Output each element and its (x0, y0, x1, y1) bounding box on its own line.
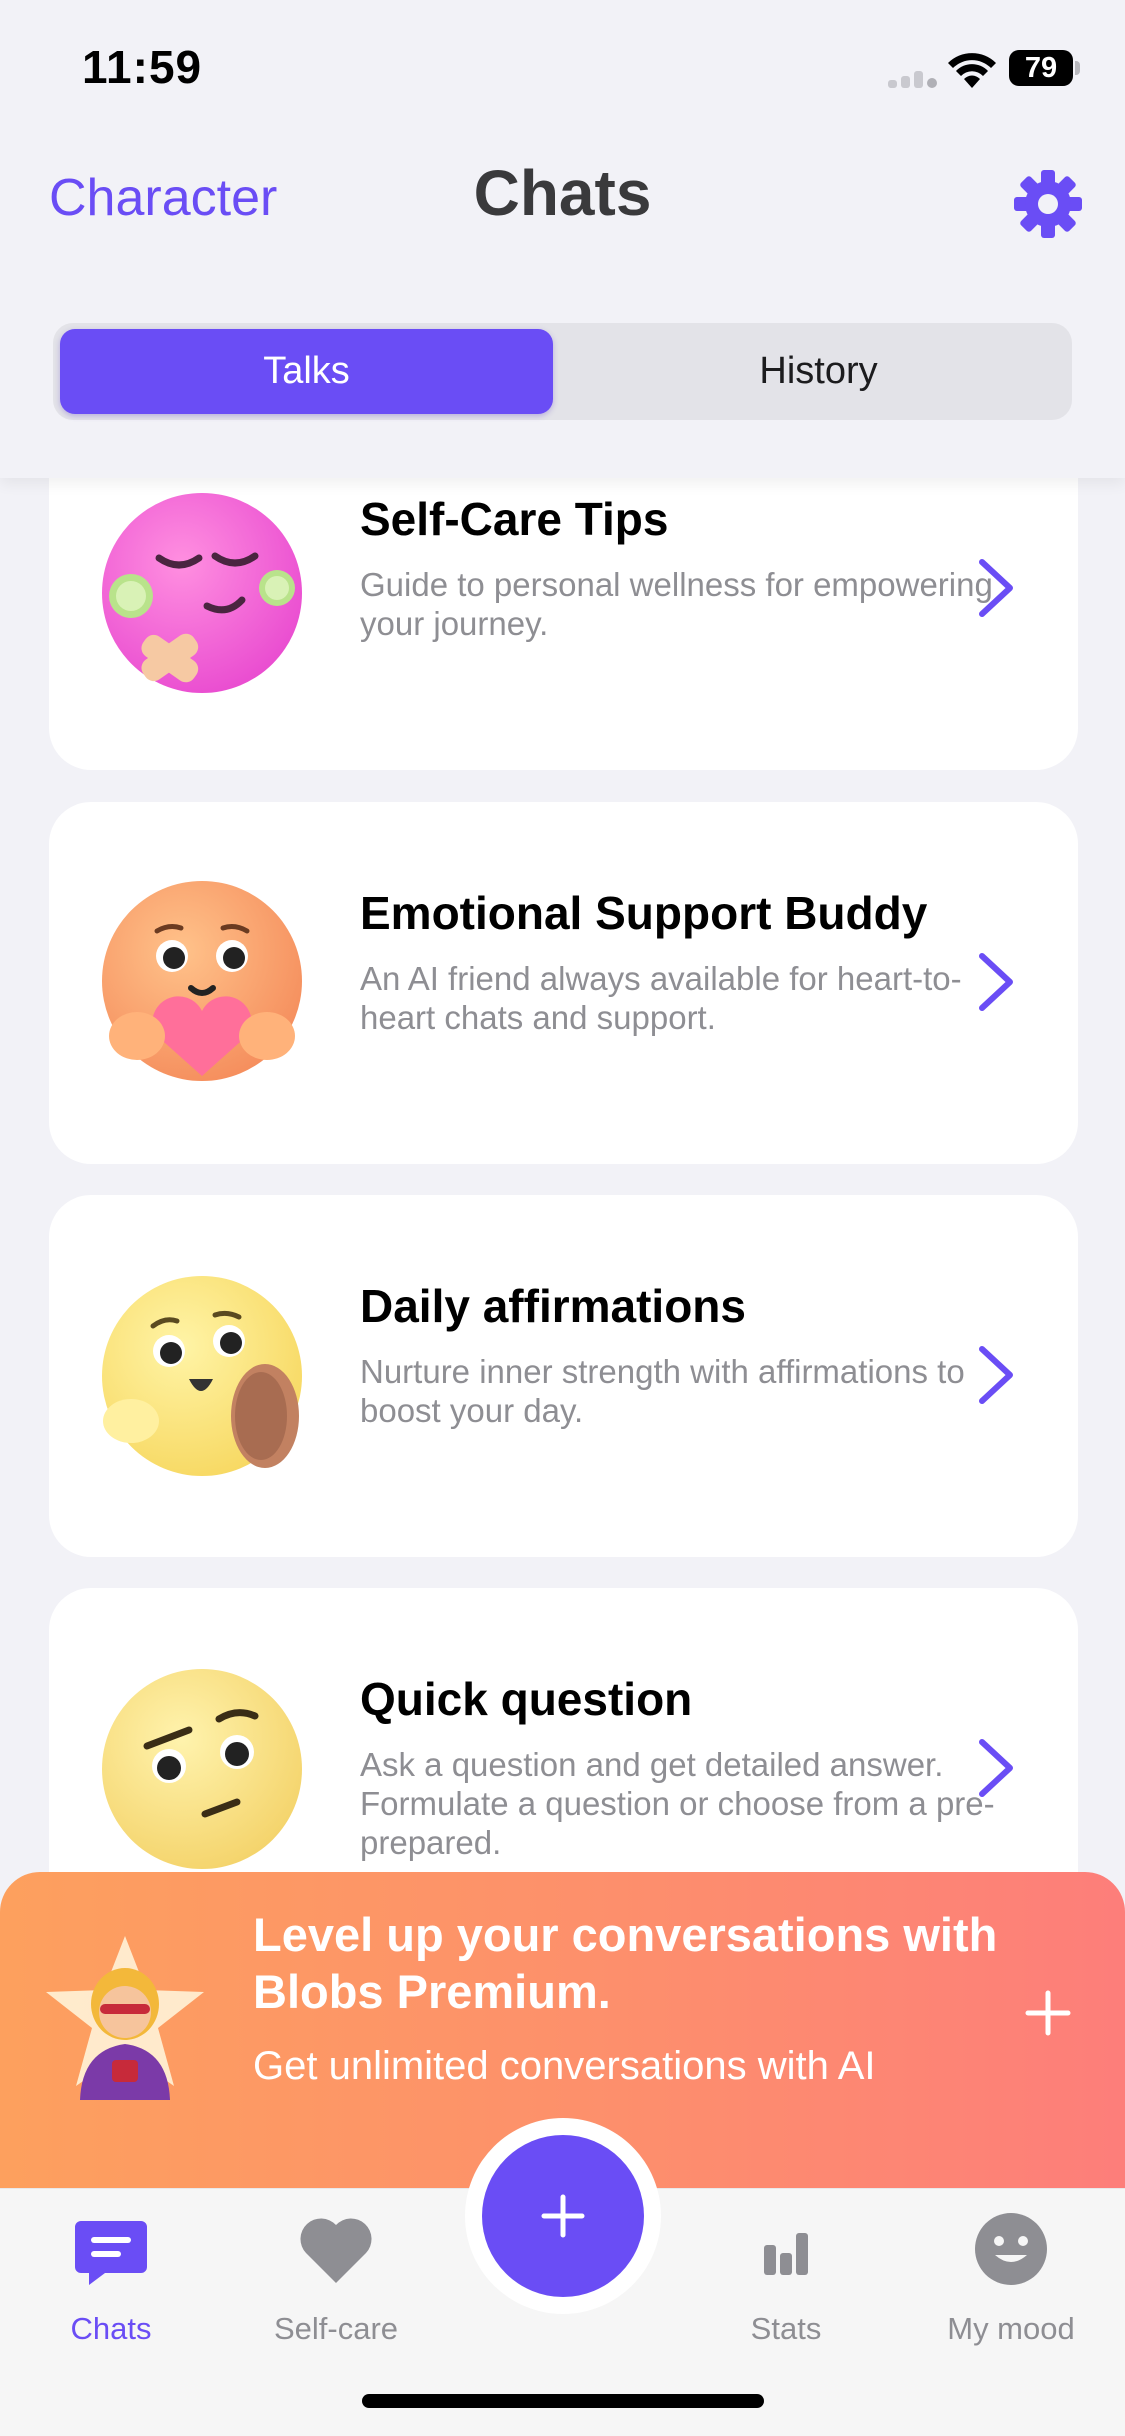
chevron-right-icon (979, 1739, 1013, 1797)
card-daily-affirmations[interactable]: Daily affirmations Nurture inner strengt… (49, 1195, 1078, 1557)
card-title: Emotional Support Buddy (360, 887, 928, 939)
segmented-control: Talks History (53, 323, 1072, 420)
plus-icon (541, 2194, 585, 2238)
card-description: An AI friend always available for heart-… (360, 960, 962, 1036)
tab-label: Self-care (273, 2311, 399, 2346)
thinking-face-emoji (102, 1669, 302, 1869)
card-title: Self-Care Tips (360, 493, 669, 545)
smiley-icon (975, 2213, 1047, 2285)
wifi-icon (948, 53, 996, 88)
battery-level: 79 (1009, 50, 1073, 86)
mirror-face-emoji (102, 1276, 302, 1476)
page-title: Chats (473, 157, 652, 229)
status-time: 11:59 (82, 41, 203, 93)
heart-hug-emoji (102, 881, 302, 1081)
tab-label: Stats (750, 2311, 822, 2346)
card-description: Nurture inner strength with affirmations… (360, 1353, 965, 1429)
card-title: Quick question (360, 1673, 693, 1725)
tab-chats[interactable]: Chats (21, 2209, 201, 2369)
chevron-right-icon (979, 559, 1013, 617)
tab-label: Chats (70, 2311, 152, 2346)
plus-icon[interactable] (1025, 1990, 1071, 2036)
bar-chart-icon (764, 2233, 808, 2275)
new-chat-button[interactable] (482, 2135, 644, 2297)
chevron-right-icon (979, 953, 1013, 1011)
card-emotional-support-buddy[interactable]: Emotional Support Buddy An AI friend alw… (49, 802, 1078, 1164)
home-indicator (362, 2394, 764, 2408)
premium-title: Level up your conversations with Blobs P… (253, 1908, 998, 2018)
superhero-star-emoji (46, 1936, 204, 2100)
tab-history[interactable]: History (572, 329, 1065, 414)
heart-icon (300, 2218, 372, 2283)
battery-icon: 79 (1009, 50, 1081, 86)
cucumber-face-emoji (102, 493, 302, 693)
tab-my-mood[interactable]: My mood (921, 2209, 1101, 2369)
chevron-right-icon (979, 1346, 1013, 1404)
card-title: Daily affirmations (360, 1280, 746, 1332)
premium-subtitle: Get unlimited conversations with AI (253, 2044, 876, 2088)
navigation-header: Character Chats Talks History (0, 130, 1125, 478)
card-description: Guide to personal wellness for empowerin… (360, 566, 993, 642)
status-bar: 11:59 79 (0, 0, 1125, 130)
tab-label: My mood (947, 2311, 1075, 2346)
chat-bubble-icon (75, 2221, 147, 2285)
tab-talks[interactable]: Talks (60, 329, 553, 414)
card-description: Ask a question and get detailed answer. … (360, 1746, 995, 1861)
cellular-signal-icon (888, 64, 937, 88)
tab-stats[interactable]: Stats (696, 2209, 876, 2369)
tab-self-care[interactable]: Self-care (246, 2209, 426, 2369)
gear-icon[interactable] (1010, 166, 1086, 242)
